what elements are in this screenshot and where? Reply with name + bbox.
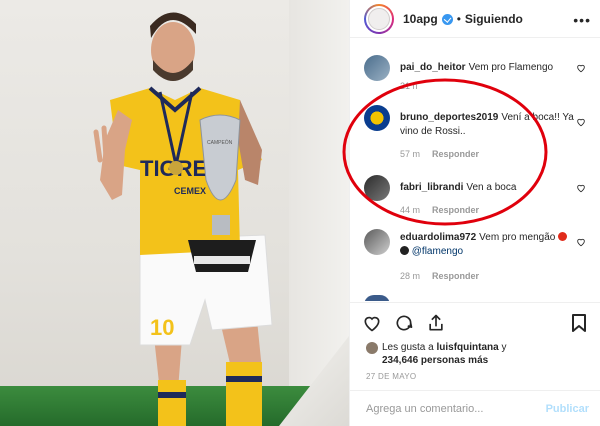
- comment-time: 44 m: [400, 205, 421, 215]
- post-side-panel: 10apg • Siguiendo ••• pai_do_heitor Vem p…: [349, 0, 600, 426]
- header-separator: •: [456, 11, 461, 26]
- comment-input[interactable]: Agrega un comentario...: [366, 403, 483, 415]
- comment-username[interactable]: bruno_deportes2019: [400, 112, 498, 123]
- shorts-number: 10: [150, 315, 174, 340]
- comment-time: 21 h: [400, 81, 418, 91]
- reply-button[interactable]: Responder: [432, 205, 479, 215]
- publish-button[interactable]: Publicar: [546, 403, 589, 415]
- author-username[interactable]: 10apg: [403, 12, 438, 26]
- reply-button[interactable]: Responder: [432, 149, 479, 159]
- red-circle-emoji-icon: [558, 232, 568, 241]
- author-avatar[interactable]: [364, 3, 394, 34]
- player-illustration: 10 TIGRE CEMEX CAMPEÓN: [93, 12, 273, 426]
- comment-username[interactable]: eduardolima972: [400, 232, 476, 243]
- likes-others[interactable]: personas más: [418, 355, 488, 366]
- add-comment-bar: Agrega un comentario... Publicar: [350, 390, 600, 426]
- comment-username[interactable]: fabri_librandi: [400, 182, 463, 193]
- reply-button[interactable]: Responder: [432, 271, 479, 281]
- comment-meta: 57 m Responder: [400, 149, 479, 159]
- post-header: 10apg • Siguiendo •••: [350, 0, 600, 38]
- comment-text: Ven a boca: [466, 182, 517, 193]
- verified-badge-icon: [441, 14, 453, 25]
- comments-list[interactable]: pai_do_heitor Vem pro Flamengo 21 h bruno…: [350, 39, 600, 301]
- more-options-icon[interactable]: •••: [573, 12, 591, 28]
- liker-username[interactable]: luisfquintana: [436, 342, 498, 353]
- following-button[interactable]: Siguiendo: [465, 12, 523, 26]
- heart-icon[interactable]: [362, 313, 382, 333]
- comment-meta: 21 h: [400, 81, 418, 91]
- liker-avatar: [366, 342, 378, 354]
- bookmark-icon[interactable]: [571, 313, 587, 333]
- commenter-avatar[interactable]: [364, 55, 390, 81]
- post-date: 27 DE MAYO: [366, 372, 417, 381]
- comment-meta: 28 m Responder: [400, 271, 479, 281]
- post-photo[interactable]: 10 TIGRE CEMEX CAMPEÓN: [0, 0, 349, 426]
- heart-icon[interactable]: [576, 237, 586, 247]
- trophy-label: CAMPEÓN: [207, 139, 233, 146]
- likes-count[interactable]: 234,646: [382, 355, 418, 366]
- heart-icon[interactable]: [576, 117, 586, 127]
- comment-username[interactable]: pai_do_heitor: [400, 62, 466, 73]
- next-commenter-avatar: [364, 295, 390, 301]
- comment-mention[interactable]: @flamengo: [412, 246, 463, 257]
- comment-time: 57 m: [400, 149, 421, 159]
- share-icon[interactable]: [426, 313, 446, 333]
- comment-meta: 44 m Responder: [400, 205, 479, 215]
- commenter-avatar[interactable]: [364, 229, 390, 255]
- commenter-avatar[interactable]: [364, 105, 390, 131]
- comment-text: Vem pro Flamengo: [468, 62, 554, 73]
- comment-text: Vem pro mengão: [479, 232, 556, 243]
- likes-prefix: Les gusta a: [382, 342, 437, 353]
- comment-icon[interactable]: [394, 313, 414, 333]
- heart-icon[interactable]: [576, 183, 586, 193]
- comment-time: 28 m: [400, 271, 421, 281]
- jersey-sponsor: CEMEX: [174, 186, 206, 196]
- black-circle-emoji-icon: [400, 246, 409, 255]
- heart-icon[interactable]: [576, 63, 586, 73]
- commenter-avatar[interactable]: [364, 175, 390, 201]
- likes-conjunction: y: [498, 342, 507, 353]
